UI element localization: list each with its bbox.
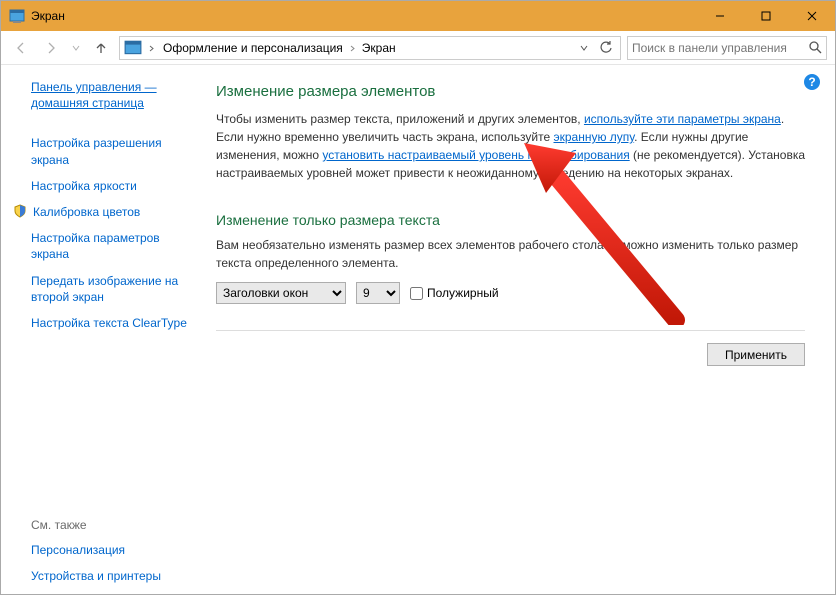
seealso-personalization[interactable]: Персонализация [31, 542, 196, 558]
chevron-right-icon [148, 45, 155, 52]
heading-text-only: Изменение только размера текста [216, 212, 805, 228]
close-button[interactable] [789, 1, 835, 31]
shield-icon [13, 204, 27, 218]
minimize-icon [715, 11, 725, 21]
sidebar-item-display-settings[interactable]: Настройка параметров экрана [31, 230, 196, 262]
address-dropdown[interactable] [574, 38, 594, 58]
sidebar: Панель управления — домашняя страница На… [1, 65, 206, 594]
select-ui-element[interactable]: Заголовки окон [216, 282, 346, 304]
link-display-settings[interactable]: используйте эти параметры экрана [584, 112, 781, 126]
bold-checkbox[interactable] [410, 287, 423, 300]
sidebar-item-resolution[interactable]: Настройка разрешения экрана [31, 135, 196, 167]
chevron-down-icon [72, 44, 80, 52]
close-icon [807, 11, 817, 21]
bold-checkbox-label[interactable]: Полужирный [410, 286, 499, 300]
svg-text:?: ? [808, 75, 815, 89]
sidebar-item-brightness[interactable]: Настройка яркости [31, 178, 196, 194]
seealso-heading: См. также [31, 498, 196, 532]
arrow-right-icon [44, 41, 58, 55]
para-1: Чтобы изменить размер текста, приложений… [216, 110, 805, 182]
window-title: Экран [31, 9, 65, 23]
refresh-button[interactable] [596, 38, 616, 58]
sidebar-item-calibration[interactable]: Калибровка цветов [33, 204, 140, 220]
breadcrumb-seg-2[interactable]: Экран [358, 39, 400, 57]
breadcrumb-sep [349, 41, 356, 55]
breadcrumb-seg-1[interactable]: Оформление и персонализация [159, 39, 347, 57]
chevron-right-icon [349, 45, 356, 52]
heading-resize-elements: Изменение размера элементов [216, 83, 805, 100]
titlebar: Экран [1, 1, 835, 31]
link-magnifier[interactable]: экранную лупу [554, 130, 635, 144]
search-button[interactable] [804, 41, 826, 54]
chevron-down-icon [580, 44, 588, 52]
back-button[interactable] [9, 36, 33, 60]
help-button[interactable]: ? [803, 73, 821, 91]
minimize-button[interactable] [697, 1, 743, 31]
control-panel-icon [124, 39, 142, 57]
sidebar-home[interactable]: Панель управления — домашняя страница [31, 79, 196, 111]
recent-button[interactable] [69, 36, 83, 60]
sidebar-item-cleartype[interactable]: Настройка текста ClearType [31, 315, 196, 331]
maximize-icon [761, 11, 771, 21]
forward-button[interactable] [39, 36, 63, 60]
app-icon [9, 8, 25, 24]
divider [216, 330, 805, 331]
sidebar-item-project[interactable]: Передать изображение на второй экран [31, 273, 196, 305]
search-input[interactable] [628, 41, 804, 55]
arrow-left-icon [14, 41, 28, 55]
select-font-size[interactable]: 9 [356, 282, 400, 304]
search-icon [809, 41, 822, 54]
apply-button[interactable]: Применить [707, 343, 805, 366]
arrow-up-icon [94, 41, 108, 55]
address-bar[interactable]: Оформление и персонализация Экран [119, 36, 621, 60]
search-box[interactable] [627, 36, 827, 60]
breadcrumb: Оформление и персонализация Экран [159, 39, 400, 57]
link-custom-scaling[interactable]: установить настраиваемый уровень масштаб… [322, 148, 629, 162]
content: ? Изменение размера элементов Чтобы изме… [206, 65, 835, 594]
seealso-devices[interactable]: Устройства и принтеры [31, 568, 196, 584]
up-button[interactable] [89, 36, 113, 60]
text-size-controls: Заголовки окон 9 Полужирный [216, 282, 805, 304]
refresh-icon [600, 41, 613, 54]
para-2: Вам необязательно изменять размер всех э… [216, 236, 805, 272]
navbar: Оформление и персонализация Экран [1, 31, 835, 65]
maximize-button[interactable] [743, 1, 789, 31]
dropdown-toggle[interactable] [146, 41, 157, 55]
